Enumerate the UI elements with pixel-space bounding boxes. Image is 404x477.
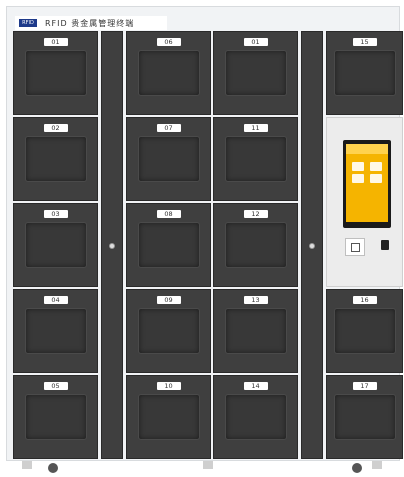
door-window [333, 308, 396, 354]
scanner[interactable] [381, 240, 389, 250]
locker-door[interactable]: 03 [13, 203, 98, 287]
door-window [137, 222, 200, 268]
door-knob[interactable] [309, 243, 315, 249]
screen-button[interactable] [352, 162, 364, 171]
door-knob[interactable] [109, 243, 115, 249]
door-window [24, 50, 87, 96]
locker-door[interactable]: 14 [213, 375, 298, 459]
door-window [137, 394, 200, 440]
locker-door[interactable]: 17 [326, 375, 403, 459]
door-window [24, 136, 87, 182]
control-panel [326, 117, 403, 287]
door-number: 02 [43, 124, 68, 132]
touch-screen[interactable] [343, 140, 391, 228]
screen-display [346, 144, 388, 222]
screen-button[interactable] [370, 162, 382, 171]
screen-button[interactable] [370, 174, 382, 183]
door-number: 17 [352, 382, 377, 390]
locker-door[interactable]: 13 [213, 289, 298, 373]
door-number: 01 [43, 38, 68, 46]
door-number: 03 [43, 210, 68, 218]
door-number: 05 [43, 382, 68, 390]
locker-cabinet: RFID RFID 贵金属管理终端 01 02 03 04 05 06 07 0… [6, 6, 403, 461]
locker-door[interactable]: 01 [213, 31, 298, 115]
card-reader[interactable] [345, 238, 365, 256]
locker-door[interactable]: 10 [126, 375, 211, 459]
locker-door[interactable]: 05 [13, 375, 98, 459]
cabinet-body: 01 02 03 04 05 06 07 08 09 10 01 11 12 1… [13, 31, 403, 459]
leveling-foot [22, 461, 32, 469]
door-number: 10 [156, 382, 181, 390]
logo: RFID [19, 19, 37, 27]
locker-door[interactable]: 12 [213, 203, 298, 287]
door-window [224, 308, 287, 354]
terminal-title: RFID 贵金属管理终端 [45, 18, 135, 28]
divider-post [101, 31, 123, 459]
locker-door[interactable]: 15 [326, 31, 403, 115]
door-number: 06 [156, 38, 181, 46]
door-number: 13 [243, 296, 268, 304]
leveling-foot [203, 461, 213, 469]
door-number: 11 [243, 124, 268, 132]
door-number: 14 [243, 382, 268, 390]
door-number: 01 [243, 38, 268, 46]
door-number: 04 [43, 296, 68, 304]
door-number: 16 [352, 296, 377, 304]
door-window [24, 394, 87, 440]
leveling-foot [372, 461, 382, 469]
door-window [333, 50, 396, 96]
caster-wheel [352, 463, 362, 473]
screen-banner [346, 144, 388, 154]
door-window [137, 308, 200, 354]
locker-door[interactable]: 08 [126, 203, 211, 287]
locker-door[interactable]: 09 [126, 289, 211, 373]
locker-door[interactable]: 16 [326, 289, 403, 373]
door-number: 08 [156, 210, 181, 218]
door-window [24, 222, 87, 268]
screen-button[interactable] [352, 174, 364, 183]
locker-door[interactable]: 04 [13, 289, 98, 373]
door-window [137, 136, 200, 182]
door-window [224, 136, 287, 182]
door-window [224, 394, 287, 440]
caster-wheel [48, 463, 58, 473]
locker-door[interactable]: 02 [13, 117, 98, 201]
header-plate: RFID RFID 贵金属管理终端 [15, 16, 167, 30]
door-number: 15 [352, 38, 377, 46]
door-window [224, 222, 287, 268]
locker-door[interactable]: 06 [126, 31, 211, 115]
locker-door[interactable]: 11 [213, 117, 298, 201]
door-number: 09 [156, 296, 181, 304]
door-window [137, 50, 200, 96]
door-number: 12 [243, 210, 268, 218]
locker-door[interactable]: 01 [13, 31, 98, 115]
door-window [224, 50, 287, 96]
door-window [333, 394, 396, 440]
door-window [24, 308, 87, 354]
door-number: 07 [156, 124, 181, 132]
locker-door[interactable]: 07 [126, 117, 211, 201]
divider-post [301, 31, 323, 459]
